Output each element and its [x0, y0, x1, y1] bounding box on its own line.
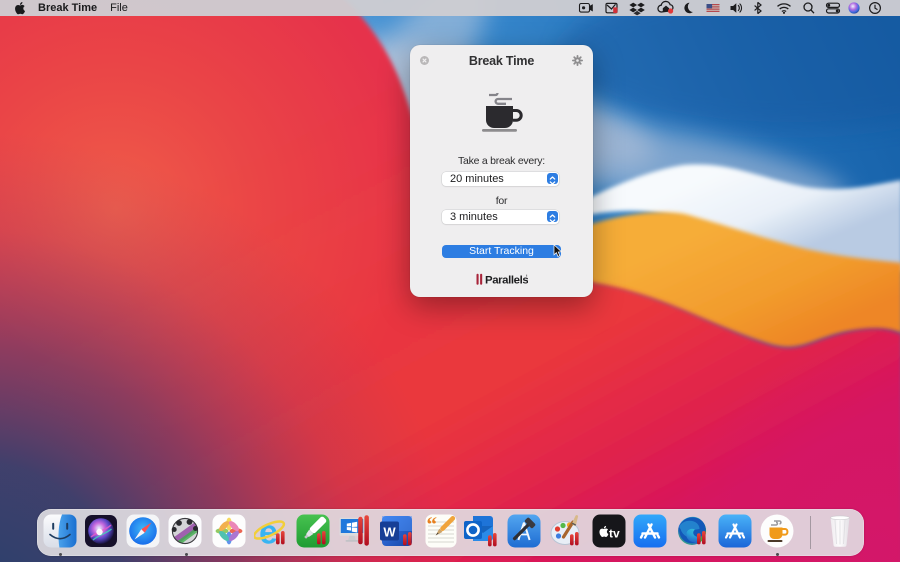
svg-text:“: “ [427, 514, 438, 536]
svg-text:e: e [259, 514, 278, 548]
svg-text:W: W [383, 525, 396, 540]
svg-text:tv: tv [609, 527, 620, 541]
svg-text:Parallels: Parallels [485, 275, 528, 286]
